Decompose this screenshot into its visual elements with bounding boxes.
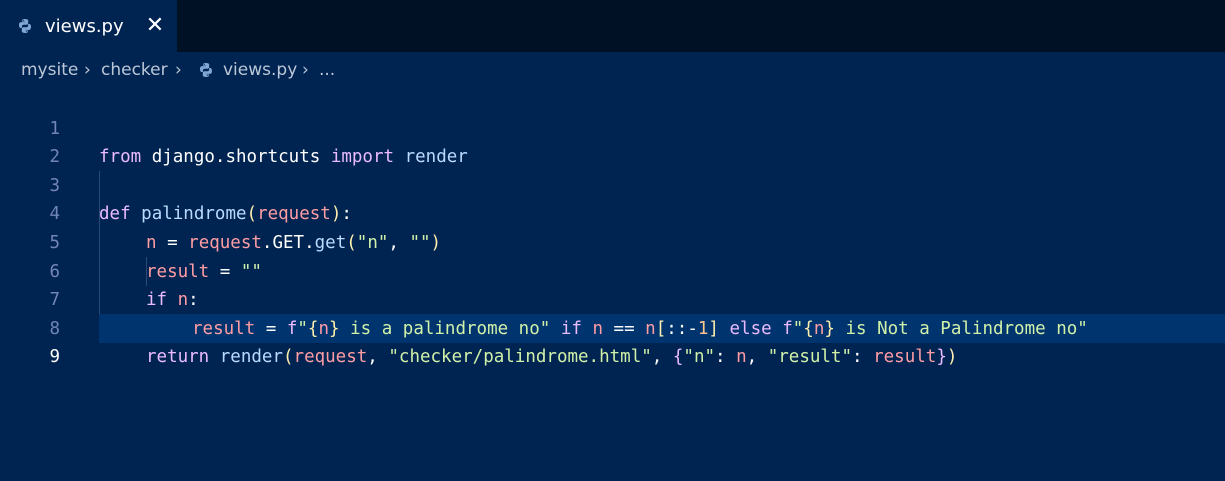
code-line-3: 3 def palindrome(request): [0,143,1225,225]
line-number: 9 [49,347,60,368]
close-icon[interactable]: ✕ [144,13,166,39]
code-line-7: 7 result = f"{n} is a palindrome no" if … [0,258,1225,339]
code-text: return render(request, "checker/palindro… [146,347,958,368]
code-line-5: 5 result = "" [0,200,1225,282]
code-line-8: 8 return render(request, "checker/palind… [0,286,1225,368]
tab-bar: views.py ✕ [0,0,1225,52]
chevron-right-icon: › [302,60,309,80]
breadcrumb: mysite › checker › views.py › ... [0,56,1225,84]
breadcrumb-item-mysite[interactable]: mysite [21,56,78,84]
code-line-2: 2 [0,115,1225,167]
chevron-right-icon: › [175,60,182,80]
tab-views-py[interactable]: views.py ✕ [0,0,177,52]
tab-label: views.py [45,16,124,37]
python-icon [198,62,214,81]
breadcrumb-item-more[interactable]: ... [319,56,335,84]
code-line-9: 9 [0,315,1225,367]
code-line-4: 4 n = request.GET.get("n", "") [0,172,1225,253]
code-line-1: 1 from django.shortcuts import render [0,86,1225,168]
breadcrumb-item-checker[interactable]: checker [101,56,168,84]
code-editor[interactable]: 1 from django.shortcuts import render 2 … [0,86,1225,481]
breadcrumb-item-views-py[interactable]: views.py [223,56,297,84]
python-icon [17,18,33,38]
code-line-6: 6 if n: [0,229,1225,311]
chevron-right-icon: › [84,60,91,80]
